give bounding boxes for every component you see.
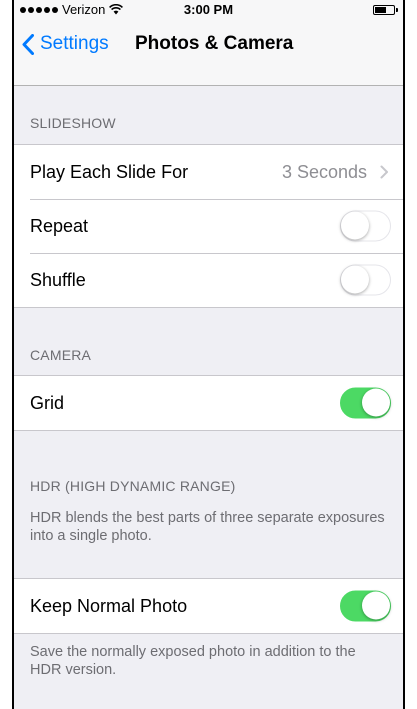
chevron-left-icon [22, 33, 34, 55]
phone-screen: Verizon 3:00 PM Settings Photos & Camera… [12, 0, 405, 709]
shuffle-row: Shuffle [14, 253, 403, 307]
play-each-slide-label: Play Each Slide For [30, 161, 189, 182]
keep-normal-photo-label: Keep Normal Photo [30, 595, 188, 616]
status-bar: Verizon 3:00 PM [14, 0, 403, 20]
toggle-knob [362, 591, 390, 620]
keep-normal-photo-footer: Save the normally exposed photo in addit… [30, 644, 356, 678]
toggle-knob [341, 211, 369, 240]
camera-group: Grid [14, 375, 403, 431]
shuffle-label: Shuffle [30, 269, 86, 290]
section-header-camera: CAMERA [30, 347, 92, 363]
play-each-slide-value: 3 Seconds [281, 161, 367, 182]
navigation-bar: Settings Photos & Camera [14, 20, 403, 86]
toggle-knob [341, 265, 369, 294]
repeat-toggle[interactable] [340, 210, 391, 242]
chevron-right-icon [380, 165, 388, 179]
grid-label: Grid [30, 392, 65, 413]
hdr-description: HDR blends the best parts of three separ… [30, 510, 385, 544]
hdr-group: Keep Normal Photo [14, 578, 403, 634]
page-title: Photos & Camera [135, 33, 294, 54]
battery-icon [373, 5, 398, 15]
section-header-slideshow: SLIDESHOW [30, 115, 116, 131]
grid-row: Grid [14, 376, 403, 430]
repeat-row: Repeat [14, 199, 403, 253]
keep-normal-photo-row: Keep Normal Photo [14, 579, 403, 633]
back-button[interactable]: Settings [22, 33, 109, 55]
keep-normal-photo-toggle[interactable] [340, 590, 391, 622]
back-button-label: Settings [40, 33, 109, 54]
play-each-slide-row[interactable]: Play Each Slide For 3 Seconds [14, 145, 403, 199]
slideshow-group: Play Each Slide For 3 Seconds Repeat Shu… [14, 144, 403, 308]
toggle-knob [362, 388, 390, 417]
shuffle-toggle[interactable] [340, 264, 391, 296]
repeat-label: Repeat [30, 215, 89, 236]
section-header-hdr: HDR (HIGH DYNAMIC RANGE) [30, 478, 236, 494]
status-time: 3:00 PM [183, 2, 234, 17]
grid-toggle[interactable] [340, 387, 391, 419]
